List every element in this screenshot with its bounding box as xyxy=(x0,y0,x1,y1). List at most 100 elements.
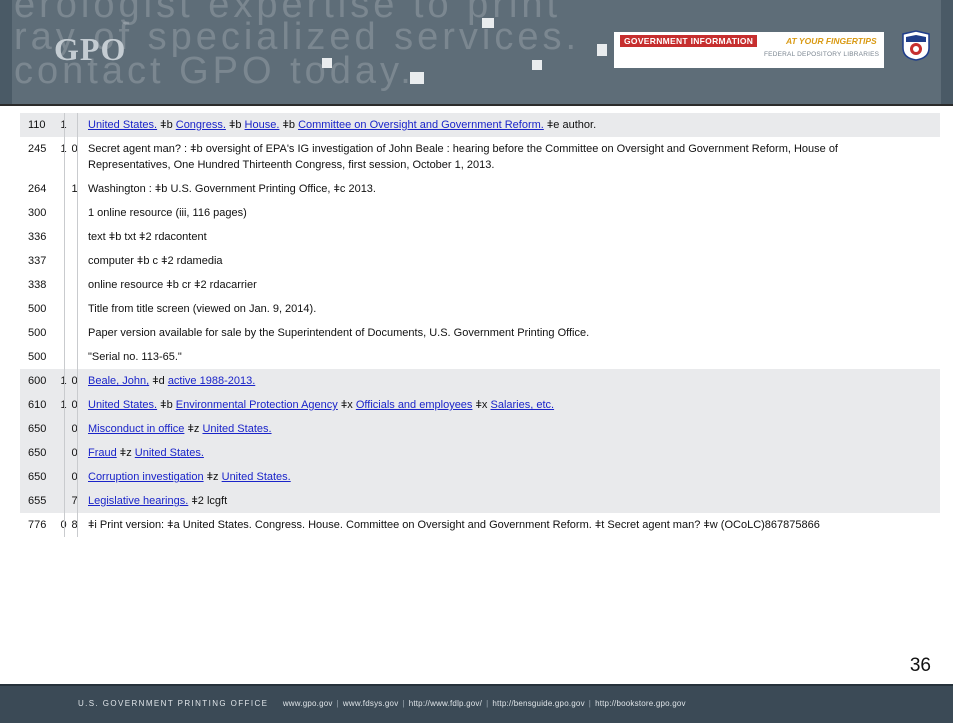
column-divider xyxy=(77,321,78,345)
marc-tag: 110 xyxy=(28,119,46,131)
footer-separator: | xyxy=(402,699,405,708)
marc-indicator-2 xyxy=(69,345,80,369)
tagline-primary: GOVERNMENT INFORMATION xyxy=(620,35,758,47)
marc-field-data: Title from title screen (viewed on Jan. … xyxy=(80,297,940,321)
heading-link[interactable]: United States. xyxy=(135,447,204,459)
marc-field-row: 650 0 Corruption investigation ǂz United S… xyxy=(20,465,940,489)
subfield-text: ǂb xyxy=(225,119,245,131)
footer-link[interactable]: http://bookstore.gpo.gov xyxy=(595,699,686,708)
subfield-text: ǂb xyxy=(279,119,299,131)
footer-org: U.S. GOVERNMENT PRINTING OFFICE xyxy=(78,699,269,708)
decor-square xyxy=(597,44,607,56)
footer-link[interactable]: www.gpo.gov xyxy=(283,699,333,708)
heading-link[interactable]: Fraud xyxy=(88,447,117,459)
marc-field-row: 264 1 Washington : ǂb U.S. Government Prin… xyxy=(20,177,940,201)
column-divider xyxy=(64,249,65,273)
marc-field-row: 24510Secret agent man? : ǂb oversight of… xyxy=(20,137,940,177)
marc-field-data: Paper version available for sale by the … xyxy=(80,321,940,345)
marc-field-data: "Serial no. 113-65." xyxy=(80,345,940,369)
column-divider xyxy=(64,417,65,441)
marc-field-row: 500 Paper version available for sale by t… xyxy=(20,321,940,345)
heading-link[interactable]: United States. xyxy=(222,471,291,483)
heading-link[interactable]: Salaries, etc. xyxy=(490,399,554,411)
marc-tag: 500 xyxy=(28,327,47,339)
decor-square xyxy=(410,72,424,84)
column-divider xyxy=(64,321,65,345)
heading-link[interactable]: Congress. xyxy=(176,119,226,131)
marc-field-data: Secret agent man? : ǂb oversight of EPA'… xyxy=(80,137,940,177)
heading-link[interactable]: House. xyxy=(245,119,280,131)
marc-tag: 337 xyxy=(28,255,47,267)
subfield-text: ǂx xyxy=(472,399,491,411)
column-divider xyxy=(77,113,78,137)
marc-field-row: 300 1 online resource (iii, 116 pages) xyxy=(20,201,940,225)
marc-field-data: online resource ǂb cr ǂ2 rdacarrier xyxy=(80,273,940,297)
marc-field-data: Legislative hearings. ǂ2 lcgft xyxy=(80,489,940,513)
heading-link[interactable]: Misconduct in office xyxy=(88,423,184,435)
column-divider xyxy=(64,137,65,177)
subfield-text: Title from title screen (viewed on Jan. … xyxy=(88,303,317,315)
marc-indicator-2: 1 xyxy=(71,183,78,195)
subfield-text: online resource ǂb cr ǂ2 rdacarrier xyxy=(88,279,257,291)
heading-link[interactable]: Legislative hearings. xyxy=(88,495,188,507)
marc-tag: 500 xyxy=(28,303,47,315)
marc-indicator-2 xyxy=(69,113,80,137)
marc-field-data: computer ǂb c ǂ2 rdamedia xyxy=(80,249,940,273)
marc-record-table: 110 1 United States. ǂb Congress. ǂb House… xyxy=(20,113,940,537)
heading-link[interactable]: Committee on Oversight and Government Re… xyxy=(298,119,544,131)
marc-tag: 650 xyxy=(28,471,47,483)
column-divider xyxy=(77,489,78,513)
marc-field-row: 655 7 Legislative hearings. ǂ2 lcgft xyxy=(20,489,940,513)
column-divider xyxy=(64,273,65,297)
marc-tag: 776 xyxy=(28,519,47,531)
marc-field-row: 650 0 Misconduct in office ǂz United State… xyxy=(20,417,940,441)
heading-link[interactable]: United States. xyxy=(202,423,271,435)
subfield-text: ǂi Print version: ǂa United States. Cong… xyxy=(88,519,820,531)
marc-tag: 300 xyxy=(28,207,47,219)
column-divider xyxy=(77,273,78,297)
heading-link[interactable]: Officials and employees xyxy=(356,399,473,411)
column-divider xyxy=(64,177,65,201)
footer-link[interactable]: http://www.fdlp.gov/ xyxy=(409,699,482,708)
fdlp-emblem-icon xyxy=(902,30,930,61)
marc-indicator-2: 0 xyxy=(71,399,78,411)
footer-text: U.S. GOVERNMENT PRINTING OFFICE www.gpo.… xyxy=(78,699,686,708)
column-divider xyxy=(77,513,78,537)
marc-tag: 336 xyxy=(28,231,47,243)
heading-link[interactable]: United States. xyxy=(88,399,157,411)
decor-square xyxy=(322,58,332,68)
marc-tag: 650 xyxy=(28,423,47,435)
heading-link[interactable]: Beale, John, xyxy=(88,375,149,387)
marc-indicator-2: 0 xyxy=(71,375,78,387)
fdlp-tagline: GOVERNMENT INFORMATION AT YOUR FINGERTIP… xyxy=(614,32,884,68)
subfield-text: ǂb xyxy=(157,399,176,411)
marc-indicator-2 xyxy=(69,273,80,297)
column-divider xyxy=(64,513,65,537)
subfield-text: ǂz xyxy=(203,471,222,483)
decor-square xyxy=(532,60,542,70)
footer-link[interactable]: http://bensguide.gpo.gov xyxy=(492,699,584,708)
marc-field-row: 1101United States. ǂb Congress. ǂb House… xyxy=(20,113,940,137)
subfield-text: Paper version available for sale by the … xyxy=(88,327,590,339)
heading-link[interactable]: Environmental Protection Agency xyxy=(176,399,338,411)
footer-link[interactable]: www.fdsys.gov xyxy=(343,699,399,708)
marc-indicator-2: 0 xyxy=(71,471,78,483)
column-divider xyxy=(77,345,78,369)
heading-link[interactable]: Corruption investigation xyxy=(88,471,204,483)
marc-tag: 610 xyxy=(28,399,47,411)
marc-field-data: Fraud ǂz United States. xyxy=(80,441,940,465)
page-number: 36 xyxy=(909,655,931,676)
subfield-text: ǂx xyxy=(337,399,356,411)
header-banner: erologist expertise to print ray of spec… xyxy=(0,0,953,106)
marc-tag: 338 xyxy=(28,279,47,291)
marc-indicator-2 xyxy=(69,297,80,321)
heading-link[interactable]: active 1988-2013. xyxy=(168,375,255,387)
heading-link[interactable]: United States. xyxy=(88,119,157,131)
marc-field-data: Beale, John, ǂd active 1988-2013. xyxy=(80,369,940,393)
marc-field-row: 650 0 Fraud ǂz United States. xyxy=(20,441,940,465)
footer-separator: | xyxy=(588,699,592,708)
subfield-text: ǂz xyxy=(184,423,203,435)
marc-field-row: 338 online resource ǂb cr ǂ2 rdacarrier xyxy=(20,273,940,297)
subfield-text: ǂ2 lcgft xyxy=(188,495,228,507)
marc-field-row: 60010Beale, John, ǂd active 1988-2013. xyxy=(20,369,940,393)
